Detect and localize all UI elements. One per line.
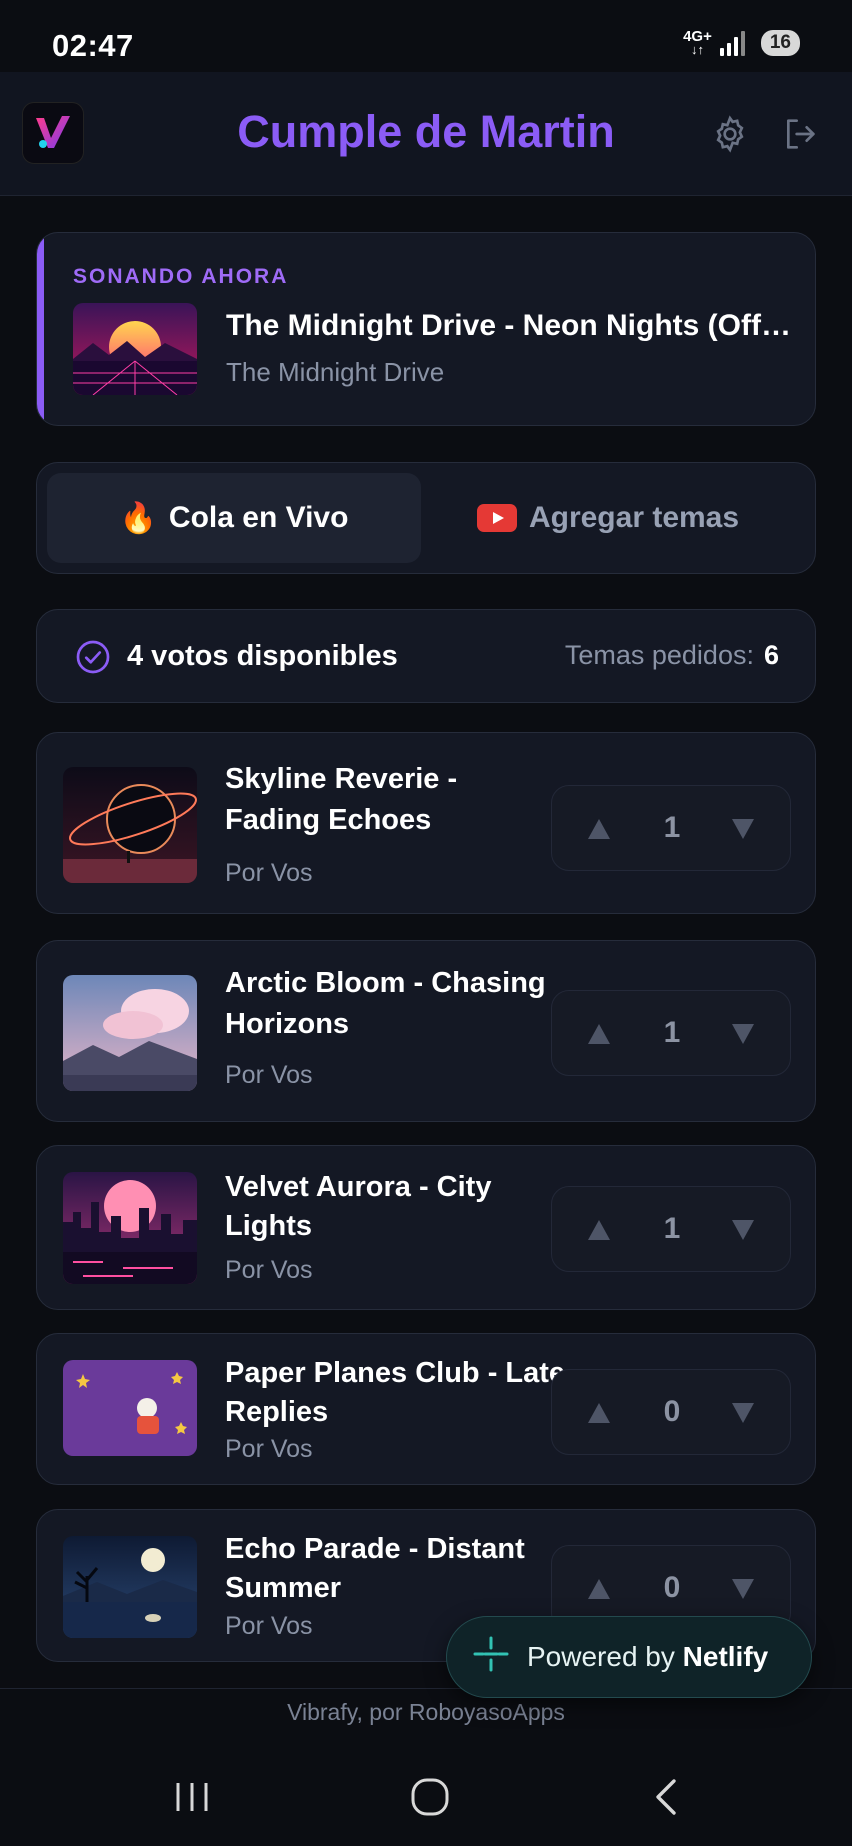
votes-summary: 4 votos disponibles Temas pedidos: 6 <box>36 609 816 703</box>
netlify-brand: Netlify <box>682 1641 769 1672</box>
song-title: Velvet Aurora - City Lights <box>225 1171 492 1242</box>
downvote-button[interactable] <box>726 1572 760 1606</box>
now-playing-accent <box>37 233 44 425</box>
song-title: Paper Planes Club - Late Replies <box>225 1357 566 1428</box>
now-playing-title: The Midnight Drive - Neon Nights (Offi… <box>226 309 796 342</box>
queue-item: Skyline Reverie - Fading Echoes Por Vos … <box>36 732 816 914</box>
requested-count: Temas pedidos: 6 <box>564 640 779 670</box>
song-thumbnail <box>63 1360 197 1456</box>
netlify-prefix: Powered by <box>527 1641 675 1672</box>
vote-control: 1 <box>551 1186 791 1272</box>
downvote-button[interactable] <box>726 1213 760 1247</box>
song-requester: Por Vos <box>225 1256 313 1284</box>
check-circle-icon <box>75 639 111 675</box>
queue-item: Arctic Bloom - Chasing Horizons Por Vos … <box>36 940 816 1122</box>
back-button[interactable] <box>638 1772 698 1822</box>
netlify-badge[interactable]: Powered by Netlify <box>446 1616 812 1698</box>
status-time: 02:47 <box>52 28 134 63</box>
youtube-icon <box>476 504 517 532</box>
network-indicator: 4G+ ↓↑ <box>683 28 712 57</box>
arrow-down-icon <box>732 819 754 839</box>
song-thumbnail <box>63 1172 197 1284</box>
app-header: Cumple de Martin <box>0 72 852 196</box>
song-title: Arctic Bloom - Chasing Horizons <box>225 967 546 1040</box>
song-title: Skyline Reverie - Fading Echoes <box>225 763 458 836</box>
vote-control: 1 <box>551 785 791 871</box>
arrow-down-icon <box>732 1403 754 1423</box>
signal-icon <box>719 30 745 56</box>
arrow-down-icon <box>732 1220 754 1240</box>
arrow-down-icon <box>732 1024 754 1044</box>
now-playing-artist: The Midnight Drive <box>226 357 445 387</box>
tab-live-queue[interactable]: 🔥 Cola en Vivo <box>47 473 421 563</box>
downvote-button[interactable] <box>726 1017 760 1051</box>
arrow-down-icon <box>732 1579 754 1599</box>
song-title: Echo Parade - Distant Summer <box>225 1533 525 1604</box>
vote-control: 1 <box>551 990 791 1076</box>
now-playing-label: SONANDO AHORA <box>73 265 289 288</box>
status-icons: 4G+ ↓↑ 16 <box>683 28 800 57</box>
tab-bar: 🔥 Cola en Vivo Agregar temas <box>36 462 816 574</box>
vote-control: 0 <box>551 1369 791 1455</box>
song-requester: Por Vos <box>225 1435 313 1463</box>
song-thumbnail <box>63 1536 197 1638</box>
downvote-button[interactable] <box>726 812 760 846</box>
song-requester: Por Vos <box>225 1612 313 1640</box>
queue-item: Velvet Aurora - City Lights Por Vos 1 <box>36 1145 816 1310</box>
system-nav-bar <box>0 1748 852 1846</box>
now-playing-card: SONANDO AHORA The Midnight Drive - Neon … <box>36 232 816 426</box>
logout-icon[interactable] <box>780 114 820 154</box>
song-thumbnail <box>63 975 197 1091</box>
gear-icon[interactable] <box>710 114 750 154</box>
battery-icon: 16 <box>760 30 800 56</box>
tab-add-songs-label: Agregar temas <box>528 501 740 534</box>
status-bar: 02:47 4G+ ↓↑ 16 <box>0 0 852 72</box>
now-playing-thumbnail <box>73 303 197 395</box>
tab-live-queue-label: Cola en Vivo <box>168 501 349 534</box>
footer-credit: Vibrafy, por RoboyasoApps <box>287 1699 565 1725</box>
tab-add-songs[interactable]: Agregar temas <box>421 473 795 563</box>
song-thumbnail <box>63 767 197 883</box>
home-button[interactable] <box>400 1772 460 1822</box>
netlify-icon <box>471 1634 511 1681</box>
song-requester: Por Vos <box>225 859 313 887</box>
votes-available: 4 votos disponibles <box>127 640 398 672</box>
downvote-button[interactable] <box>726 1396 760 1430</box>
fire-icon: 🔥 <box>119 501 157 535</box>
song-requester: Por Vos <box>225 1061 313 1089</box>
queue-item: Paper Planes Club - Late Replies Por Vos… <box>36 1333 816 1485</box>
recent-apps-button[interactable] <box>162 1772 222 1822</box>
